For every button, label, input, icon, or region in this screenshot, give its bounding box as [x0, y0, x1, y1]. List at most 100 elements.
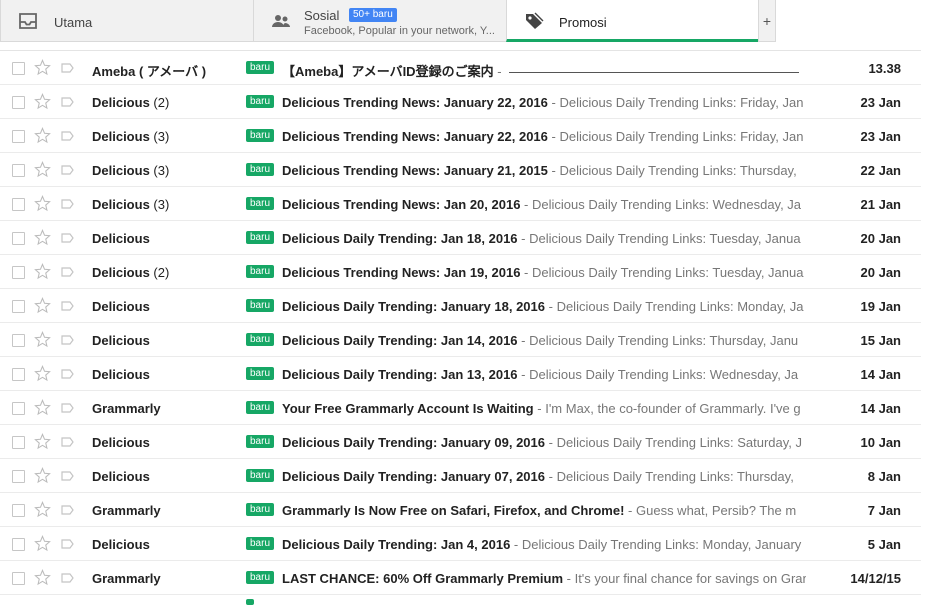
importance-marker-icon[interactable] [61, 369, 74, 379]
star-icon[interactable] [34, 365, 51, 382]
new-label: baru [246, 129, 275, 142]
new-label: baru [246, 231, 275, 244]
email-row[interactable]: Grammarly baru Your Free Grammarly Accou… [0, 390, 921, 424]
star-icon[interactable] [34, 569, 51, 586]
importance-marker-icon[interactable] [61, 471, 74, 481]
email-row[interactable]: Delicious (3) baru Delicious Trending Ne… [0, 186, 921, 220]
importance-marker-icon[interactable] [61, 165, 74, 175]
email-date: 22 Jan [860, 163, 901, 178]
select-checkbox[interactable] [12, 96, 25, 109]
sender-name: Delicious [92, 537, 242, 552]
new-label [246, 599, 254, 605]
subject: Delicious Trending News: January 21, 201… [282, 163, 548, 178]
subject: Delicious Daily Trending: January 09, 20… [282, 435, 545, 450]
email-row-partial[interactable] [0, 594, 921, 605]
preview-separator: - [517, 231, 530, 246]
new-label: baru [246, 401, 275, 414]
email-date: 23 Jan [860, 129, 901, 144]
email-date: 20 Jan [860, 265, 901, 280]
sender-name: Delicious [92, 435, 242, 450]
select-checkbox[interactable] [12, 300, 25, 313]
importance-marker-icon[interactable] [61, 539, 74, 549]
select-checkbox[interactable] [12, 198, 25, 211]
select-checkbox[interactable] [12, 266, 25, 279]
tab-sosial[interactable]: Sosial 50+ baru Facebook, Popular in you… [253, 0, 507, 42]
importance-marker-icon[interactable] [61, 437, 74, 447]
importance-marker-icon[interactable] [61, 573, 74, 583]
email-row[interactable]: Grammarly baru LAST CHANCE: 60% Off Gram… [0, 560, 921, 594]
importance-marker-icon[interactable] [61, 63, 74, 73]
preview: Delicious Daily Trending Links: Tuesday,… [529, 231, 801, 246]
email-row[interactable]: Delicious baru Delicious Daily Trending:… [0, 322, 921, 356]
select-checkbox[interactable] [12, 62, 25, 75]
star-icon[interactable] [34, 127, 51, 144]
new-label: baru [246, 435, 275, 448]
new-count-badge: 50+ baru [349, 8, 397, 22]
preview: I'm Max, the co-founder of Grammarly. I'… [545, 401, 801, 416]
importance-marker-icon[interactable] [61, 267, 74, 277]
add-tab-button[interactable]: + [758, 0, 776, 42]
importance-marker-icon[interactable] [61, 505, 74, 515]
sender-name: Delicious [92, 231, 242, 246]
select-checkbox[interactable] [12, 402, 25, 415]
star-icon[interactable] [34, 535, 51, 552]
sender-name: Delicious [92, 469, 242, 484]
select-checkbox[interactable] [12, 504, 25, 517]
preview: Delicious Daily Trending Links: Wednesda… [532, 197, 802, 212]
select-checkbox[interactable] [12, 538, 25, 551]
select-checkbox[interactable] [12, 130, 25, 143]
email-row[interactable]: Delicious baru Delicious Daily Trending:… [0, 458, 921, 492]
email-row[interactable]: Ameba ( アメーバ ) baru 【Ameba】アメーバID登録のご案内 … [0, 50, 921, 84]
email-row[interactable]: Delicious baru Delicious Daily Trending:… [0, 526, 921, 560]
select-checkbox[interactable] [12, 368, 25, 381]
email-row[interactable]: Delicious (3) baru Delicious Trending Ne… [0, 118, 921, 152]
tab-utama[interactable]: Utama [0, 0, 254, 42]
sender-text: Delicious [92, 367, 150, 382]
select-checkbox[interactable] [12, 572, 25, 585]
select-checkbox[interactable] [12, 164, 25, 177]
importance-marker-icon[interactable] [61, 233, 74, 243]
email-row[interactable]: Delicious baru Delicious Daily Trending:… [0, 356, 921, 390]
importance-marker-icon[interactable] [61, 97, 74, 107]
sender-text: Delicious [92, 469, 150, 484]
email-row[interactable]: Delicious (2) baru Delicious Trending Ne… [0, 84, 921, 118]
star-icon[interactable] [34, 93, 51, 110]
select-checkbox[interactable] [12, 232, 25, 245]
star-icon[interactable] [34, 501, 51, 518]
importance-marker-icon[interactable] [61, 301, 74, 311]
star-icon[interactable] [34, 195, 51, 212]
preview: Delicious Daily Trending Links: Monday, … [556, 299, 804, 314]
email-row[interactable]: Delicious baru Delicious Daily Trending:… [0, 220, 921, 254]
subject: Delicious Daily Trending: Jan 18, 2016 [282, 231, 518, 246]
subject-preview: Delicious Trending News: Jan 19, 2016 - … [282, 265, 806, 280]
importance-marker-icon[interactable] [61, 131, 74, 141]
importance-marker-icon[interactable] [61, 335, 74, 345]
star-icon[interactable] [34, 433, 51, 450]
new-label: baru [246, 571, 275, 584]
tab-subtitle: Facebook, Popular in your network, Y... [304, 25, 495, 37]
select-checkbox[interactable] [12, 436, 25, 449]
email-row[interactable]: Delicious (3) baru Delicious Trending Ne… [0, 152, 921, 186]
email-row[interactable]: Grammarly baru Grammarly Is Now Free on … [0, 492, 921, 526]
star-icon[interactable] [34, 229, 51, 246]
email-row[interactable]: Delicious baru Delicious Daily Trending:… [0, 288, 921, 322]
star-icon[interactable] [34, 467, 51, 484]
email-date: 13.38 [868, 61, 901, 76]
sender-text: Delicious [92, 537, 150, 552]
star-icon[interactable] [34, 263, 51, 280]
select-checkbox[interactable] [12, 470, 25, 483]
preview: Delicious Daily Trending Links: Thursday… [556, 469, 794, 484]
tab-promosi[interactable]: Promosi [506, 0, 760, 42]
new-label: baru [246, 299, 275, 312]
star-icon[interactable] [34, 161, 51, 178]
importance-marker-icon[interactable] [61, 403, 74, 413]
select-checkbox[interactable] [12, 334, 25, 347]
importance-marker-icon[interactable] [61, 199, 74, 209]
star-icon[interactable] [34, 59, 51, 76]
email-row[interactable]: Delicious baru Delicious Daily Trending:… [0, 424, 921, 458]
sender-text: Delicious [92, 299, 150, 314]
star-icon[interactable] [34, 331, 51, 348]
star-icon[interactable] [34, 399, 51, 416]
star-icon[interactable] [34, 297, 51, 314]
email-row[interactable]: Delicious (2) baru Delicious Trending Ne… [0, 254, 921, 288]
